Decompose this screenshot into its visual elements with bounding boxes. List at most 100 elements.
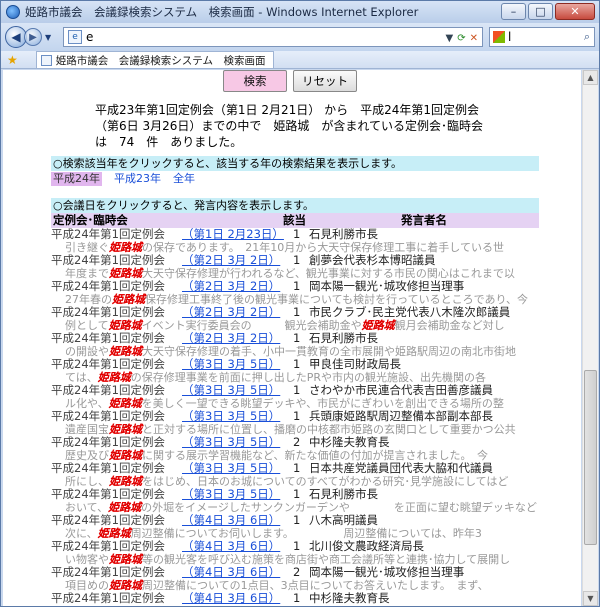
result-day-link[interactable]: （第3日 3月 5日）: [182, 436, 280, 449]
search-icon[interactable]: ⌕: [584, 30, 590, 44]
result-session: 平成24年第1回定例会: [51, 539, 165, 553]
result-row: 平成24年第1回定例会 （第4日 3月 6日） 1 八木高明議員: [51, 514, 541, 527]
window-controls: – □ ✕: [501, 3, 595, 20]
result-session: 平成24年第1回定例会: [51, 279, 165, 293]
result-count: 1: [293, 513, 301, 527]
scroll-down-icon[interactable]: ▼: [583, 591, 598, 606]
result-count: 2: [293, 435, 301, 449]
column-count: 該当: [283, 213, 306, 227]
result-day-link[interactable]: （第3日 3月 5日）: [182, 410, 280, 423]
result-speaker: 中杉隆夫教育長: [309, 591, 390, 605]
year-link-all[interactable]: 全年: [173, 172, 195, 186]
navigation-bar: ◀ ▶ ▼ e e ▼ ⟳ ✕ l ⌕: [1, 23, 599, 51]
result-day-link[interactable]: （第2日 3月 2日）: [182, 280, 280, 293]
result-day-link[interactable]: （第4日 3月 6日）: [182, 592, 280, 605]
result-row: 平成24年第1回定例会 （第3日 3月 5日） 1 兵頭康姫路駅周辺整備本部副本部長: [51, 410, 541, 423]
scroll-up-icon[interactable]: ▲: [583, 70, 598, 85]
result-count: 1: [293, 539, 301, 553]
page-icon: e: [68, 30, 82, 44]
year-link-h24[interactable]: 平成24年: [51, 172, 102, 186]
result-session: 平成24年第1回定例会: [51, 435, 165, 449]
result-count: 1: [293, 383, 301, 397]
result-session: 平成24年第1回定例会: [51, 331, 165, 345]
address-dropdown-icon[interactable]: ▼: [446, 33, 454, 44]
result-day-link[interactable]: （第4日 3月 6日）: [182, 540, 280, 553]
year-instruction: ○検索該当年をクリックすると、該当する年の検索結果を表示します。: [51, 156, 539, 171]
result-speaker: 八木高明議員: [309, 513, 378, 527]
search-input[interactable]: l: [508, 30, 511, 44]
result-session: 平成24年第1回定例会: [51, 461, 165, 475]
result-count: 1: [293, 331, 301, 345]
result-row: 平成24年第1回定例会 （第4日 3月 6日） 1 北川俊文農政経済局長: [51, 540, 541, 553]
favorites-star-icon[interactable]: ★: [7, 53, 18, 67]
result-count: 1: [293, 253, 301, 267]
result-day-link[interactable]: （第1日 2月23日）: [182, 228, 284, 241]
result-row: 平成24年第1回定例会 （第3日 3月 5日） 1 日本共産党議員団代表大脇和代議員: [51, 462, 541, 475]
internet-explorer-icon: [6, 5, 20, 19]
tab-page-icon: [40, 54, 52, 66]
day-instruction: ○会議日をクリックすると、発言内容を表示します。: [51, 198, 539, 213]
result-day-link[interactable]: （第4日 3月 6日）: [182, 514, 280, 527]
tab-current[interactable]: 姫路市議会 会議録検索システム 検索画面: [35, 51, 275, 68]
forward-button[interactable]: ▶: [24, 28, 42, 46]
result-session: 平成24年第1回定例会: [51, 253, 165, 267]
result-row: 平成24年第1回定例会 （第1日 2月23日） 1 石見利勝市長: [51, 228, 541, 241]
result-speaker: 岡本陽一観光･城攻修担当理事: [309, 279, 465, 293]
result-session: 平成24年第1回定例会: [51, 513, 165, 527]
tab-bar: ★ 姫路市議会 会議録検索システム 検索画面: [1, 51, 599, 69]
result-speaker: さわやか市民連合代表吉田善彦議員: [309, 383, 493, 397]
result-day-link[interactable]: （第3日 3月 5日）: [182, 384, 280, 397]
results-header: 定例会･臨時会 該当 発言者名: [51, 213, 539, 228]
close-button[interactable]: ✕: [555, 3, 595, 20]
history-dropdown-icon[interactable]: ▼: [45, 33, 51, 42]
result-speaker: 北川俊文農政経済局長: [309, 539, 424, 553]
result-row: 平成24年第1回定例会 （第4日 3月 6日） 1 中杉隆夫教育長: [51, 592, 541, 605]
search-provider-icon: [493, 31, 505, 43]
result-session: 平成24年第1回定例会: [51, 357, 165, 371]
result-row: 平成24年第1回定例会 （第2日 3月 2日） 1 石見利勝市長: [51, 332, 541, 345]
stop-icon[interactable]: ✕: [470, 33, 478, 44]
result-speaker: 創夢会代表杉本博昭議員: [309, 253, 436, 267]
column-speaker: 発言者名: [401, 213, 447, 227]
year-links: 平成24年 平成23年 全年: [51, 172, 195, 186]
search-button[interactable]: 検索: [223, 70, 287, 92]
result-speaker: 石見利勝市長: [309, 487, 378, 501]
maximize-button[interactable]: □: [528, 3, 553, 20]
result-session: 平成24年第1回定例会: [51, 305, 165, 319]
result-day-link[interactable]: （第3日 3月 5日）: [182, 462, 280, 475]
address-bar[interactable]: e e ▼ ⟳ ✕: [63, 27, 483, 47]
result-row: 平成24年第1回定例会 （第2日 3月 2日） 1 市民クラブ･民主党代表八木隆次郎議…: [51, 306, 541, 319]
result-row: 平成24年第1回定例会 （第3日 3月 5日） 1 さわやか市民連合代表吉田善彦議員: [51, 384, 541, 397]
result-speaker: 石見利勝市長: [309, 227, 378, 241]
result-count: 1: [293, 591, 301, 605]
year-link-h23[interactable]: 平成23年: [114, 172, 161, 186]
result-count: 1: [293, 487, 301, 501]
refresh-icon[interactable]: ⟳: [457, 33, 465, 44]
result-day-link[interactable]: （第3日 3月 5日）: [182, 358, 280, 371]
reset-button[interactable]: リセット: [293, 70, 357, 92]
result-count: 1: [293, 227, 301, 241]
results-list: 平成24年第1回定例会 （第1日 2月23日） 1 石見利勝市長 引き継ぐ姫路城の保存で…: [51, 228, 541, 605]
result-count: 1: [293, 279, 301, 293]
vertical-scrollbar[interactable]: ▲ ▼: [582, 70, 598, 606]
result-session: 平成24年第1回定例会: [51, 565, 165, 579]
search-box[interactable]: l ⌕: [489, 27, 595, 47]
result-speaker: 兵頭康姫路駅周辺整備本部副本部長: [309, 409, 493, 423]
page-viewport: 検索 リセット 平成23年第1回定例会（第1日 2月21日） から 平成24年第…: [3, 70, 581, 606]
address-text: e: [86, 30, 94, 44]
result-day-link[interactable]: （第2日 3月 2日）: [182, 306, 280, 319]
minimize-button[interactable]: –: [501, 3, 526, 20]
result-count: 1: [293, 305, 301, 319]
tab-title: 姫路市議会 会議録検索システム 検索画面: [55, 54, 266, 67]
result-row: 平成24年第1回定例会 （第3日 3月 5日） 1 甲良佳司財政局長: [51, 358, 541, 371]
result-day-link[interactable]: （第3日 3月 5日）: [182, 488, 280, 501]
result-row: 平成24年第1回定例会 （第4日 3月 6日） 2 岡本陽一観光･城攻修担当理事: [51, 566, 541, 579]
result-day-link[interactable]: （第2日 3月 2日）: [182, 332, 280, 345]
result-speaker: 石見利勝市長: [309, 331, 378, 345]
result-day-link[interactable]: （第2日 3月 2日）: [182, 254, 280, 267]
result-day-link[interactable]: （第4日 3月 6日）: [182, 566, 280, 579]
result-count: 2: [293, 565, 301, 579]
result-session: 平成24年第1回定例会: [51, 409, 165, 423]
result-row: 平成24年第1回定例会 （第3日 3月 5日） 2 中杉隆夫教育長: [51, 436, 541, 449]
scroll-thumb[interactable]: [584, 370, 597, 545]
